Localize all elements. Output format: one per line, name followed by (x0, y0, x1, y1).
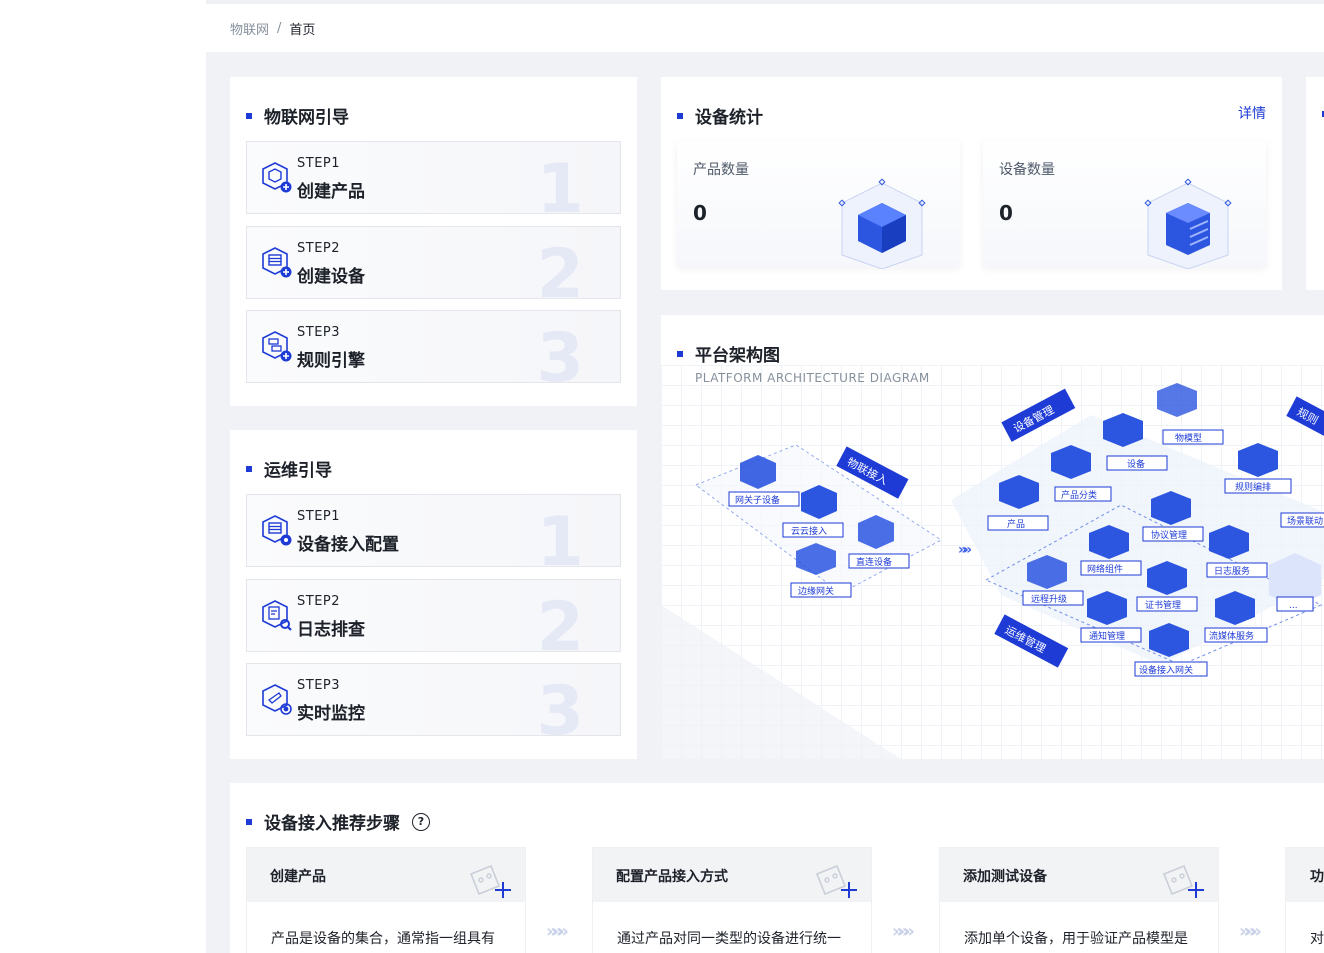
add-chip-icon (1162, 864, 1204, 898)
recommend-step-1[interactable]: 创建产品 产品是设备的集合，通常指一组具有 (246, 847, 526, 953)
chevron-right-icon: »»» (1239, 921, 1262, 942)
main-content: 物联网引导 STEP1 创建产品 1 STEP2 创建设备 2 STEP3 规则… (206, 52, 1324, 953)
product-count-box: 产品数量 0 (677, 141, 960, 269)
product-count-value: 0 (693, 201, 707, 225)
iot-guide-card: 物联网引导 STEP1 创建产品 1 STEP2 创建设备 2 STEP3 规则… (230, 77, 637, 406)
tag-cert-mgmt: 证书管理 (1145, 599, 1181, 611)
tag-gateway-sub-device: 网关子设备 (735, 494, 780, 506)
product-cube-illustration-icon (838, 178, 926, 269)
recommend-title: 设备接入推荐步骤 ? (246, 809, 430, 834)
tag-cloud-access: 云云接入 (791, 525, 827, 537)
architecture-diagram: »» 物联接入 设备管理 运维管理 规则 网关子设备 云云接入 直连设备 边缘网… (661, 383, 1324, 759)
ops-step-realtime-monitor[interactable]: STEP3 实时监控 3 (246, 663, 621, 736)
recommend-step-desc: 添加单个设备，用于验证产品模型是 (964, 931, 1188, 947)
tag-thing-model: 物模型 (1175, 432, 1202, 444)
device-count-value: 0 (999, 201, 1013, 225)
iot-guide-title: 物联网引导 (246, 103, 349, 128)
device-stats-title: 设备统计 (677, 103, 763, 128)
svg-text:»»: »» (958, 542, 971, 558)
recommend-step-2[interactable]: 配置产品接入方式 通过产品对同一类型的设备进行统一 (592, 847, 872, 953)
step-number: 1 (536, 150, 584, 214)
monitor-camera-icon (262, 684, 292, 715)
sidebar (0, 0, 206, 953)
tag-edge-gateway: 边缘网关 (798, 585, 834, 597)
breadcrumb-root-link[interactable]: 物联网 (230, 19, 269, 38)
product-cube-icon (262, 162, 292, 193)
recommend-step-3[interactable]: 添加测试设备 添加单个设备，用于验证产品模型是 (939, 847, 1219, 953)
title-marker (677, 112, 683, 119)
title-marker (246, 465, 252, 472)
right-edge-card (1306, 77, 1324, 290)
step-number: 3 (536, 672, 584, 736)
step-number: 3 (536, 319, 584, 383)
architecture-card: 平台架构图 PLATFORM ARCHITECTURE DIAGRAM »» 物… (661, 315, 1324, 759)
tag-remote-upgrade: 远程升级 (1031, 593, 1067, 605)
ops-guide-title: 运维引导 (246, 456, 332, 481)
step-number: 2 (536, 235, 584, 299)
device-stats-card: 设备统计 详情 产品数量 0 设备数量 0 (661, 77, 1282, 290)
step-name: 创建设备 (297, 267, 365, 287)
step-label: STEP3 (297, 678, 341, 693)
ops-guide-card: 运维引导 STEP1 设备接入配置 1 STEP2 日志排查 2 STEP3 实… (230, 430, 637, 759)
tag-more: ... (1289, 601, 1298, 611)
step-name: 规则引擎 (297, 351, 365, 371)
tag-device: 设备 (1127, 458, 1145, 470)
device-list-icon (262, 247, 292, 278)
chevron-right-icon: »»» (546, 921, 569, 942)
tag-direct-device: 直连设备 (856, 556, 892, 568)
tag-notify-mgmt: 通知管理 (1089, 630, 1125, 642)
step-label: STEP3 (297, 325, 341, 340)
chevron-right-icon: »»» (892, 921, 915, 942)
step-label: STEP2 (297, 594, 341, 609)
recommend-step-desc: 通过产品对同一类型的设备进行统一 (617, 931, 841, 947)
title-marker (246, 818, 252, 825)
product-count-label: 产品数量 (693, 162, 749, 178)
device-count-label: 设备数量 (999, 162, 1055, 178)
iot-step-create-device[interactable]: STEP2 创建设备 2 (246, 226, 621, 299)
step-name: 创建产品 (297, 182, 365, 202)
step-number: 1 (536, 503, 584, 567)
recommend-step-4[interactable]: 功 对 (1285, 847, 1324, 953)
recommend-step-desc: 产品是设备的集合，通常指一组具有 (271, 931, 495, 947)
ops-step-access-config[interactable]: STEP1 设备接入配置 1 (246, 494, 621, 567)
recommend-card: 设备接入推荐步骤 ? 创建产品 产品是设备的集合，通常指一组具有 »»» 配置产… (230, 783, 1324, 953)
tag-streaming-service: 流媒体服务 (1209, 630, 1254, 642)
step-label: STEP1 (297, 156, 341, 171)
tag-device-access-gateway: 设备接入网关 (1139, 664, 1193, 676)
step-name: 设备接入配置 (297, 535, 399, 555)
tag-protocol-mgmt: 协议管理 (1151, 529, 1187, 541)
recommend-step-title: 功 (1286, 848, 1324, 902)
help-icon[interactable]: ? (412, 812, 430, 831)
device-count-box: 设备数量 0 (983, 141, 1266, 269)
add-chip-icon (469, 864, 511, 898)
title-marker (246, 112, 252, 119)
rule-engine-icon (262, 331, 292, 362)
tag-log-service: 日志服务 (1214, 565, 1250, 577)
tag-product: 产品 (1007, 518, 1025, 530)
breadcrumb: 物联网 / 首页 (206, 4, 1324, 52)
step-name: 日志排查 (297, 620, 365, 640)
iot-step-rule-engine[interactable]: STEP3 规则引擎 3 (246, 310, 621, 383)
iot-step-create-product[interactable]: STEP1 创建产品 1 (246, 141, 621, 214)
tag-scene-linkage: 场景联动 (1287, 516, 1323, 527)
step-label: STEP1 (297, 509, 341, 524)
breadcrumb-separator: / (277, 20, 282, 36)
tag-product-category: 产品分类 (1061, 489, 1097, 501)
breadcrumb-current: 首页 (289, 22, 316, 38)
step-label: STEP2 (297, 241, 341, 256)
tag-rule-orchestration: 规则编排 (1235, 481, 1271, 493)
detail-link[interactable]: 详情 (1238, 103, 1266, 123)
recommend-step-desc: 对 (1310, 931, 1324, 947)
step-name: 实时监控 (297, 704, 365, 724)
log-search-icon (262, 600, 292, 631)
tag-network-component: 网络组件 (1087, 563, 1123, 575)
step-number: 2 (536, 588, 584, 652)
access-config-icon (262, 515, 292, 546)
device-server-illustration-icon (1144, 178, 1232, 269)
add-chip-icon (815, 864, 857, 898)
ops-step-log-check[interactable]: STEP2 日志排查 2 (246, 579, 621, 652)
